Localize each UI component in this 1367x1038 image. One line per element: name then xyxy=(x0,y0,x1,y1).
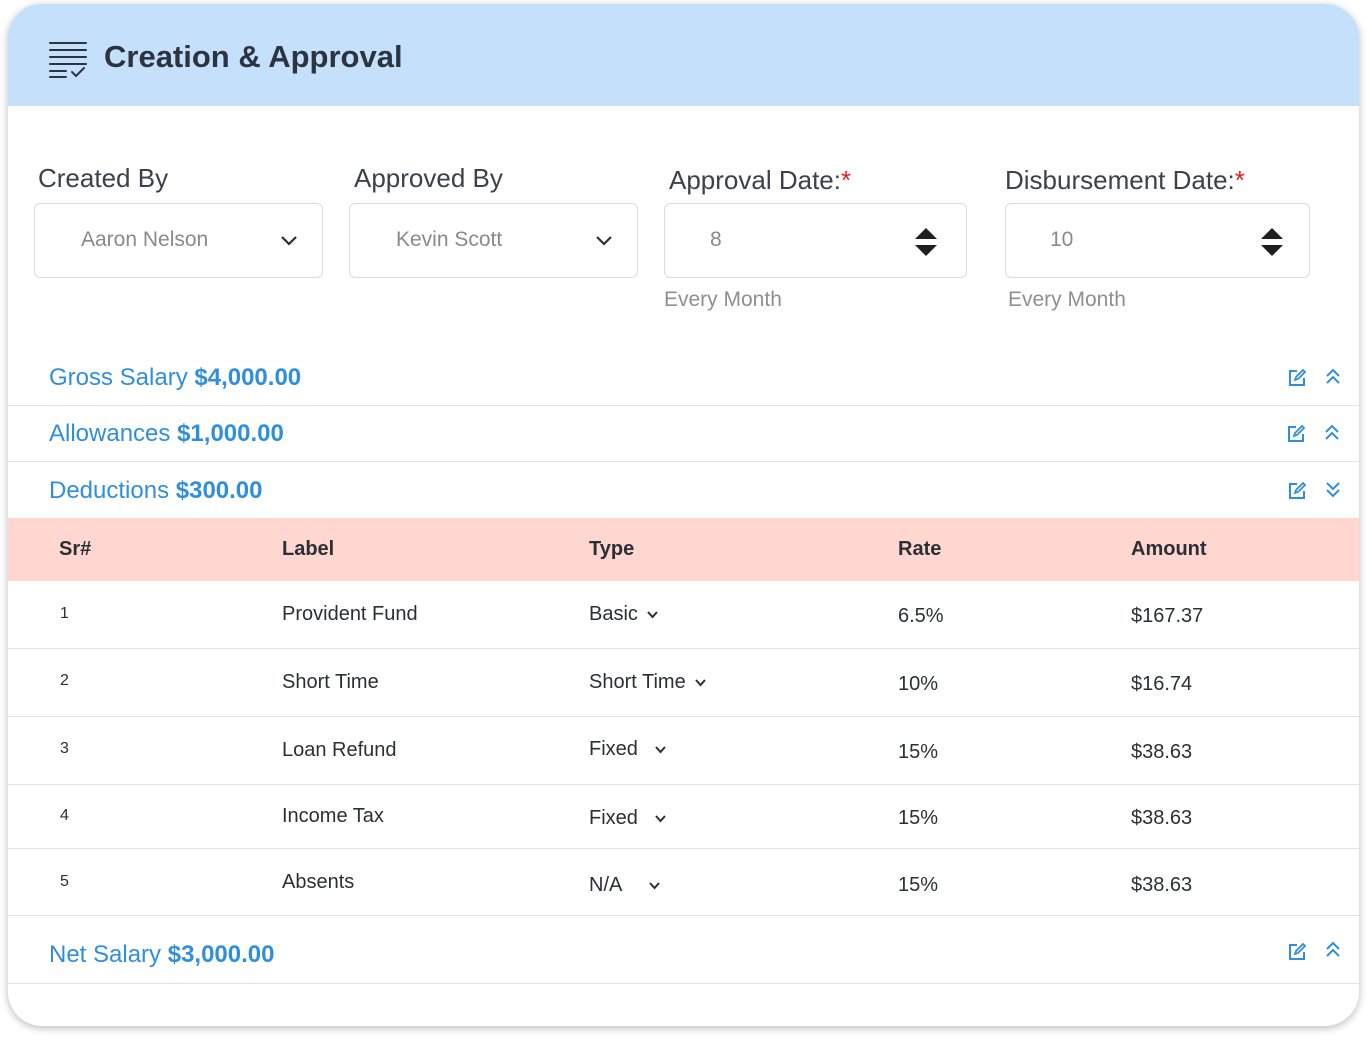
disbursement-date-value: 10 xyxy=(1050,228,1074,251)
table-row: 2 Short Time Short Time 10% $16.74 xyxy=(8,649,1359,717)
checklist-icon xyxy=(49,42,87,78)
cell-rate: 15% xyxy=(898,807,939,829)
edit-icon[interactable] xyxy=(1287,942,1307,962)
cell-label: Loan Refund xyxy=(282,739,397,761)
deductions-label: Deductions xyxy=(49,477,170,504)
chevron-down-icon xyxy=(655,815,666,823)
spinner-arrows-icon[interactable] xyxy=(1260,226,1284,258)
cell-amount: $38.63 xyxy=(1131,807,1193,829)
chevron-down-icon xyxy=(649,882,661,890)
created-by-value: Aaron Nelson xyxy=(81,228,209,251)
allowances-label: Allowances xyxy=(49,420,171,447)
cell-rate: 15% xyxy=(898,741,939,763)
gross-salary-label: Gross Salary xyxy=(49,364,188,391)
chevron-down-icon xyxy=(281,236,297,246)
allowances-section[interactable]: Allowances $1,000.00 xyxy=(8,406,1359,462)
cell-rate: 10% xyxy=(898,673,939,695)
table-row: 3 Loan Refund Fixed 15% $38.63 xyxy=(8,717,1359,785)
edit-icon[interactable] xyxy=(1287,368,1307,388)
page-title: Creation & Approval xyxy=(104,39,403,74)
cell-sr: 4 xyxy=(60,807,69,824)
cell-sr: 3 xyxy=(60,740,69,757)
approval-date-value: 8 xyxy=(710,228,722,251)
chevron-down-icon xyxy=(647,611,658,619)
deductions-amount: $300.00 xyxy=(175,477,263,504)
approved-by-value: Kevin Scott xyxy=(396,228,503,251)
type-value: Fixed xyxy=(589,807,638,829)
cell-rate: 15% xyxy=(898,874,939,896)
approval-date-hint: Every Month xyxy=(664,288,782,311)
chevron-down-icon xyxy=(694,679,706,687)
spinner-arrows-icon[interactable] xyxy=(914,226,938,258)
type-value: N/A xyxy=(589,874,623,896)
allowances-title: Allowances $1,000.00 xyxy=(49,420,284,448)
cell-label: Income Tax xyxy=(282,805,384,827)
net-salary-title: Net Salary $3,000.00 xyxy=(49,941,275,969)
table-row: 5 Absents N/A 15% $38.63 xyxy=(8,849,1359,916)
required-marker: * xyxy=(840,165,852,195)
approval-date-label: Approval Date:* xyxy=(669,165,851,196)
chevron-down-icon xyxy=(655,746,666,754)
type-select[interactable]: Fixed xyxy=(589,738,667,761)
approval-date-label-text: Approval Date: xyxy=(669,165,841,195)
chevron-double-up-icon[interactable] xyxy=(1324,424,1340,442)
cell-sr: 5 xyxy=(60,873,69,890)
cell-sr: 2 xyxy=(60,672,69,689)
col-rate: Rate xyxy=(898,538,942,560)
type-select[interactable]: Basic xyxy=(589,603,659,626)
type-select[interactable]: Short Time xyxy=(589,671,707,694)
deductions-title: Deductions $300.00 xyxy=(49,477,263,505)
cell-amount: $38.63 xyxy=(1131,741,1193,763)
cell-amount: $167.37 xyxy=(1131,605,1204,627)
cell-rate: 6.5% xyxy=(898,605,944,627)
approved-by-select[interactable]: Kevin Scott xyxy=(349,203,638,278)
net-salary-label: Net Salary xyxy=(49,941,162,968)
created-by-label: Created By xyxy=(38,163,169,193)
net-salary-amount: $3,000.00 xyxy=(167,941,275,968)
disbursement-date-label-text: Disbursement Date: xyxy=(1005,165,1235,195)
allowances-amount: $1,000.00 xyxy=(177,420,284,447)
cell-label: Provident Fund xyxy=(282,603,418,625)
type-select[interactable]: Fixed xyxy=(589,807,667,830)
cell-label: Absents xyxy=(282,871,355,893)
table-row: 1 Provident Fund Basic 6.5% $167.37 xyxy=(8,581,1359,649)
chevron-double-up-icon[interactable] xyxy=(1325,941,1341,959)
creation-approval-card: Creation & Approval Created By Aaron Nel… xyxy=(8,4,1359,1026)
card-header: Creation & Approval xyxy=(8,4,1359,106)
edit-icon[interactable] xyxy=(1287,481,1307,501)
net-salary-section[interactable]: Net Salary $3,000.00 xyxy=(8,916,1359,984)
gross-salary-title: Gross Salary $4,000.00 xyxy=(49,364,301,392)
col-type: Type xyxy=(589,538,635,560)
approved-by-label: Approved By xyxy=(354,163,503,193)
required-marker: * xyxy=(1234,165,1245,195)
cell-label: Short Time xyxy=(282,671,379,693)
gross-salary-section[interactable]: Gross Salary $4,000.00 xyxy=(8,350,1359,406)
type-value: Fixed xyxy=(589,738,638,760)
deductions-section[interactable]: Deductions $300.00 xyxy=(8,462,1359,518)
created-by-select[interactable]: Aaron Nelson xyxy=(34,203,323,278)
deductions-table-header: Sr# Label Type Rate Amount xyxy=(8,518,1359,581)
type-value: Basic xyxy=(589,603,638,625)
edit-icon[interactable] xyxy=(1286,424,1306,444)
cell-sr: 1 xyxy=(60,605,69,622)
cell-amount: $38.63 xyxy=(1131,874,1193,896)
col-amount: Amount xyxy=(1131,538,1207,560)
cell-amount: $16.74 xyxy=(1131,673,1193,695)
type-value: Short Time xyxy=(589,671,686,693)
chevron-down-icon xyxy=(596,236,612,246)
disbursement-date-label: Disbursement Date:* xyxy=(1005,165,1245,196)
gross-salary-amount: $4,000.00 xyxy=(194,364,302,391)
approval-date-stepper[interactable]: 8 xyxy=(664,203,967,278)
table-row: 4 Income Tax Fixed 15% $38.63 xyxy=(8,785,1359,849)
col-label: Label xyxy=(282,538,335,560)
chevron-double-up-icon[interactable] xyxy=(1325,368,1341,386)
chevron-double-down-icon[interactable] xyxy=(1325,480,1341,498)
disbursement-date-stepper[interactable]: 10 xyxy=(1005,203,1310,278)
col-sr: Sr# xyxy=(59,538,92,560)
type-select[interactable]: N/A xyxy=(589,874,661,897)
disbursement-date-hint: Every Month xyxy=(1008,288,1126,311)
